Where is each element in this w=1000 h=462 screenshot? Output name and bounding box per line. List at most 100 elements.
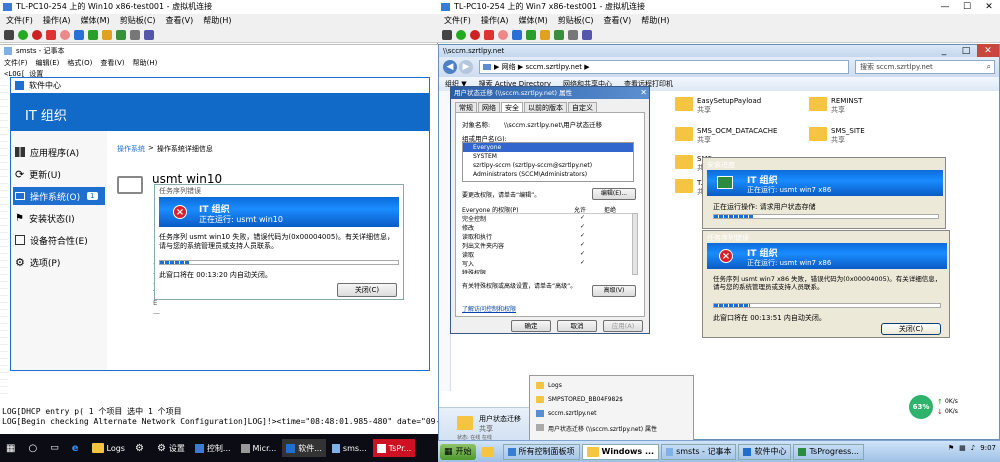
close-icon[interactable]: ✕	[977, 44, 999, 58]
address-bar[interactable]: ▶ 网络 ▶ sccm.szrtlpy.net ▶	[479, 60, 849, 74]
notepad-menu-item[interactable]: 编辑(E)	[36, 58, 60, 68]
sidebar-item-options[interactable]: ⚙ 选项(P)	[15, 253, 105, 271]
enhanced-session-icon[interactable]	[582, 29, 592, 40]
user-row[interactable]: szrtlpy-sccm (szrtlpy-sccm@szrtlpy.net)	[463, 161, 633, 170]
notepad-titlebar[interactable]: smsts - 记事本	[0, 45, 438, 57]
shutdown-icon[interactable]	[46, 29, 56, 40]
pause-icon[interactable]	[74, 29, 84, 40]
notepad-menu-item[interactable]: 文件(F)	[4, 58, 28, 68]
notepad-menu-item[interactable]: 格式(O)	[67, 58, 92, 68]
ok-button[interactable]: 确定	[511, 320, 551, 332]
taskbar-item-tsprogress[interactable]: TsProgress...	[793, 443, 864, 460]
properties-titlebar[interactable]: 用户状态迁移 (\\sccm.szrtlpy.net) 属性 ✕	[451, 87, 649, 99]
menu-item[interactable]: 文件(F)	[444, 14, 471, 27]
user-row[interactable]: SYSTEM	[463, 152, 633, 161]
software-center-titlebar[interactable]: 软件中心	[11, 78, 429, 93]
advanced-button[interactable]: 高级(V)	[592, 285, 636, 297]
start-button[interactable]: ▦ 开始	[440, 443, 476, 460]
sidebar-item-updates[interactable]: ⟳ 更新(U)	[15, 165, 105, 183]
network-tray-icon[interactable]: ▦	[959, 444, 966, 452]
menu-item[interactable]: 操作(A)	[481, 14, 509, 27]
folder-item[interactable]: EasySetupPayload 共享	[675, 97, 761, 115]
menu-item[interactable]: 文件(F)	[6, 14, 33, 27]
menu-item[interactable]: 剪贴板(C)	[558, 14, 594, 27]
volume-icon[interactable]: ♪	[971, 444, 975, 452]
folder-item[interactable]: REMINST 共享	[809, 97, 862, 115]
taskbar-item-logs[interactable]: Logs	[88, 439, 129, 457]
reset-icon[interactable]	[102, 29, 112, 40]
revert-icon[interactable]	[130, 29, 140, 40]
menu-item[interactable]: 帮助(H)	[203, 14, 231, 27]
sidebar-item-os[interactable]: 操作系统(O) 1	[13, 187, 105, 205]
clock[interactable]: 9:07	[980, 444, 996, 452]
taskbar-item-task-view[interactable]: ▭	[46, 439, 66, 457]
start-icon[interactable]	[18, 29, 28, 40]
minimize-icon[interactable]: _	[933, 44, 955, 58]
turn-off-icon[interactable]	[32, 29, 42, 40]
checkpoint-icon[interactable]	[116, 29, 126, 40]
taskbar-item-explorer-pin[interactable]	[478, 443, 501, 461]
close-button[interactable]: 关闭(C)	[337, 283, 397, 297]
shutdown-icon[interactable]	[484, 29, 494, 40]
menu-item[interactable]: 剪贴板(C)	[120, 14, 156, 27]
taskbar-item-tsprogress[interactable]: TsPr...	[372, 439, 416, 457]
taskbar-item-start[interactable]: ▦	[2, 439, 22, 457]
taskbar-item-notepad[interactable]: sms...	[328, 439, 371, 457]
ctrl-alt-del-icon[interactable]	[442, 29, 452, 40]
maximize-icon[interactable]: ☐	[956, 0, 978, 14]
sidebar-item-compliance[interactable]: 设备符合性(E)	[15, 231, 105, 249]
notepad-menu-item[interactable]: 帮助(H)	[133, 58, 158, 68]
explorer-titlebar[interactable]: \\sccm.szrtlpy.net _ □ ✕	[439, 44, 999, 58]
ctrl-alt-del-icon[interactable]	[4, 29, 14, 40]
taskbar-item-windows-explorer[interactable]: Windows ...	[581, 443, 660, 460]
breadcrumb-link[interactable]: 操作系统	[117, 144, 145, 154]
taskbar-item-search[interactable]: ○	[24, 439, 44, 457]
menu-item[interactable]: 查看(V)	[604, 14, 632, 27]
reset-icon[interactable]	[540, 29, 550, 40]
left-vm-titlebar[interactable]: TL-PC10-254 上的 Win10 x86-test001 - 虚拟机连接	[0, 0, 438, 14]
popup-item[interactable]: SMPSTORED_BB04F982$	[536, 396, 623, 403]
enhanced-session-icon[interactable]	[144, 29, 154, 40]
pause-icon[interactable]	[512, 29, 522, 40]
back-button[interactable]: ◀	[443, 60, 457, 74]
apply-button[interactable]: 应用(A)	[603, 320, 643, 332]
taskbar-item-gear[interactable]: ⚙	[131, 439, 151, 457]
cancel-button[interactable]: 取消	[557, 320, 597, 332]
taskbar-item-edge[interactable]: e	[68, 439, 86, 457]
menu-item[interactable]: 操作(A)	[43, 14, 71, 27]
menu-item[interactable]: 帮助(H)	[641, 14, 669, 27]
notepad-menu-item[interactable]: 查看(V)	[100, 58, 124, 68]
right-vm-titlebar[interactable]: TL-PC10-254 上的 Win7 x86-test001 - 虚拟机连接 …	[438, 0, 1000, 14]
flag-icon[interactable]: ⚑	[948, 444, 954, 452]
close-button[interactable]: 关闭(C)	[881, 323, 941, 335]
taskbar-item-control-panel[interactable]: 所有控制面板项	[502, 443, 580, 460]
play-icon[interactable]	[526, 29, 536, 40]
popup-item[interactable]: 用户状态迁移 (\\sccm.szrtlpy.net) 属性	[536, 424, 657, 433]
close-icon[interactable]: ✕	[978, 0, 1000, 14]
taskbar-item-control[interactable]: 控制...	[191, 439, 235, 457]
taskbar-item-software-center[interactable]: 软件中心	[738, 443, 792, 460]
play-icon[interactable]	[88, 29, 98, 40]
maximize-icon[interactable]: □	[955, 44, 977, 58]
close-icon[interactable]: ✕	[640, 87, 647, 99]
popup-item[interactable]: Logs	[536, 382, 562, 389]
learn-link[interactable]: 了解访问控制和权限	[462, 304, 516, 313]
turn-off-icon[interactable]	[470, 29, 480, 40]
popup-item[interactable]: sccm.szrtlpy.net	[536, 410, 597, 417]
power-icon[interactable]	[60, 29, 70, 40]
taskbar-item-mmc[interactable]: Micr...	[237, 439, 281, 457]
checkpoint-icon[interactable]	[554, 29, 564, 40]
search-box[interactable]: 搜索 sccm.szrtlpy.net ⌕	[855, 60, 995, 74]
folder-item[interactable]: SMS_SITE 共享	[809, 127, 865, 145]
sidebar-item-install-status[interactable]: ⚑ 安装状态(I)	[15, 209, 105, 227]
menu-item[interactable]: 查看(V)	[166, 14, 194, 27]
edit-button[interactable]: 编辑(E)...	[592, 188, 636, 200]
user-row[interactable]: Administrators (SCCM\Administrators)	[463, 170, 633, 179]
progress-titlebar[interactable]: 安装进度	[707, 160, 735, 170]
folder-item[interactable]: SMS_OCM_DATACACHE 共享	[675, 127, 777, 145]
menu-item[interactable]: 媒体(M)	[519, 14, 548, 27]
start-icon[interactable]	[456, 29, 466, 40]
forward-button[interactable]: ▶	[459, 60, 473, 74]
sidebar-item-apps[interactable]: 应用程序(A)	[15, 143, 105, 161]
taskbar-item-notepad[interactable]: smsts - 记事本	[661, 443, 737, 460]
